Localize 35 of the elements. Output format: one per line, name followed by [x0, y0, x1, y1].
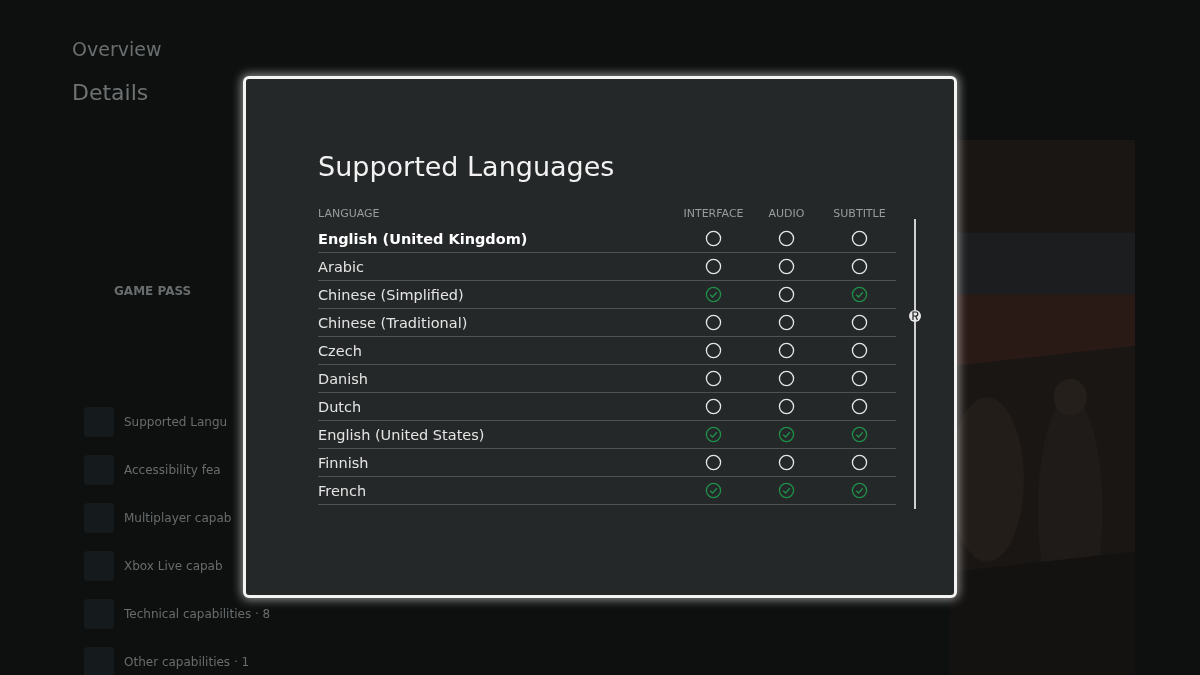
column-header: SUBTITLE: [832, 206, 887, 220]
language-name: Arabic: [318, 258, 365, 275]
language-name: Czech: [318, 342, 363, 359]
language-row[interactable]: English (United Kingdom): [318, 225, 896, 253]
details-item[interactable]: Accessibility fea: [124, 463, 221, 477]
column-header: INTERFACE: [682, 206, 745, 220]
language-row[interactable]: Dutch: [318, 393, 896, 421]
language-name: Danish: [318, 370, 369, 387]
language-row[interactable]: Czech: [318, 337, 896, 365]
language-name: Chinese (Traditional): [318, 314, 469, 331]
details-item[interactable]: Other capabilities · 1: [124, 655, 250, 669]
details-item[interactable]: Xbox Live capab: [124, 559, 223, 573]
details-item[interactable]: Technical capabilities · 8: [124, 607, 271, 621]
language-row[interactable]: English (United States): [318, 421, 896, 449]
nav-title: Overview: [72, 38, 162, 60]
language-row[interactable]: Finnish: [318, 449, 896, 477]
language-row[interactable]: Chinese (Traditional): [318, 309, 896, 337]
language-name: English (United States): [318, 426, 486, 443]
details-item[interactable]: Supported Langu: [124, 415, 228, 429]
column-header: AUDIO: [767, 206, 806, 220]
language-row[interactable]: Chinese (Simplified): [318, 281, 896, 309]
language-name: Finnish: [318, 454, 370, 471]
scrollbar-drawing[interactable]: [908, 219, 922, 509]
language-row[interactable]: French: [318, 477, 896, 505]
language-name: Dutch: [318, 398, 363, 415]
column-header: LANGUAGE: [318, 206, 381, 220]
game-pass-label: GAME PASS: [114, 284, 192, 298]
language-name: English (United Kingdom): [318, 230, 529, 247]
dialog-title: Supported Languages: [318, 151, 616, 184]
page-heading: Details: [72, 80, 150, 107]
details-item[interactable]: Multiplayer capab: [124, 511, 232, 525]
language-name: Chinese (Simplified): [318, 286, 465, 303]
language-name: French: [318, 482, 368, 499]
language-row[interactable]: Danish: [318, 365, 896, 393]
language-row[interactable]: Arabic: [318, 253, 896, 281]
